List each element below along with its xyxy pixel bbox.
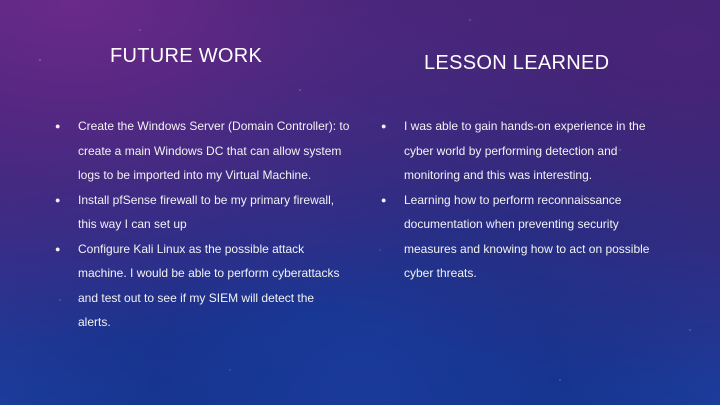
list-item: ● Learning how to perform reconnaissance… bbox=[376, 188, 656, 286]
list-item-text: Create the Windows Server (Domain Contro… bbox=[78, 119, 350, 182]
bullet-icon: ● bbox=[381, 194, 387, 205]
list-item-text: Configure Kali Linux as the possible att… bbox=[78, 241, 340, 330]
future-work-heading: FUTURE WORK bbox=[110, 45, 263, 67]
list-item-text: Learning how to perform reconnaissance d… bbox=[404, 192, 650, 281]
future-work-list: ● Create the Windows Server (Domain Cont… bbox=[50, 114, 350, 335]
bullet-icon: ● bbox=[55, 121, 61, 131]
list-item: ● Create the Windows Server (Domain Cont… bbox=[50, 114, 350, 188]
list-item-text: I was able to gain hands-on experience i… bbox=[404, 119, 646, 182]
bullet-icon: ● bbox=[55, 243, 61, 254]
list-item: ● Install pfSense firewall to be my prim… bbox=[50, 188, 350, 237]
bullet-icon: ● bbox=[381, 121, 387, 131]
list-item: ● Configure Kali Linux as the possible a… bbox=[50, 237, 350, 335]
list-item-text: Install pfSense firewall to be my primar… bbox=[78, 192, 335, 232]
lesson-learned-list: ● I was able to gain hands-on experience… bbox=[376, 114, 656, 286]
lesson-learned-heading: LESSON LEARNED bbox=[424, 52, 610, 74]
list-item: ● I was able to gain hands-on experience… bbox=[376, 114, 656, 188]
bullet-icon: ● bbox=[55, 194, 61, 205]
